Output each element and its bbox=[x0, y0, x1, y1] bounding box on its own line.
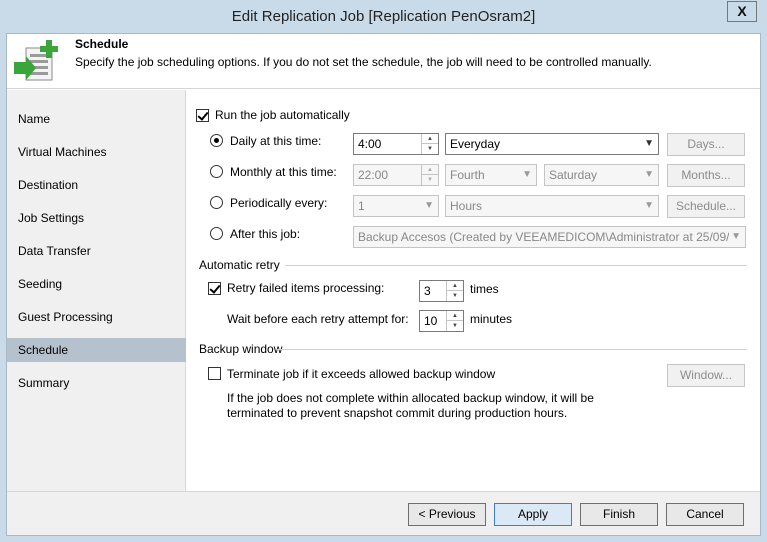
window-title: Edit Replication Job [Replication PenOsr… bbox=[231, 8, 536, 25]
days-button[interactable]: Days... bbox=[667, 133, 745, 156]
periodic-unit-select[interactable]: Hours ▼ bbox=[445, 195, 659, 217]
nav-item-seeding[interactable]: Seeding bbox=[7, 272, 186, 296]
backup-window-note-line2: terminated to prevent snapshot commit du… bbox=[227, 406, 568, 420]
backup-window-divider bbox=[277, 349, 747, 350]
wait-label: Wait before each retry attempt for: bbox=[227, 312, 409, 326]
dialog-client: Schedule Specify the job scheduling opti… bbox=[6, 33, 761, 536]
periodic-value-select[interactable]: 1 ▼ bbox=[353, 195, 439, 217]
daily-time-input[interactable]: 4:00 ▲ ▼ bbox=[353, 133, 439, 155]
monthly-time-spinner[interactable]: ▲ ▼ bbox=[421, 165, 438, 185]
monthly-time-input[interactable]: 22:00 ▲ ▼ bbox=[353, 164, 439, 186]
title-bar[interactable]: Edit Replication Job [Replication PenOsr… bbox=[0, 0, 767, 33]
wizard-footer: < Previous Apply Finish Cancel bbox=[7, 491, 760, 535]
months-button[interactable]: Months... bbox=[667, 164, 745, 187]
chevron-down-icon: ▼ bbox=[424, 200, 434, 211]
after-job-select[interactable]: Backup Accesos (Created by VEEAMEDICOM\A… bbox=[353, 226, 746, 248]
retry-divider bbox=[285, 265, 747, 266]
nav-item-job-settings[interactable]: Job Settings bbox=[7, 206, 186, 230]
apply-button[interactable]: Apply bbox=[494, 503, 572, 526]
schedule-page: Run the job automatically Daily at this … bbox=[187, 90, 760, 491]
terminate-label: Terminate job if it exceeds allowed back… bbox=[227, 367, 496, 381]
previous-button[interactable]: < Previous bbox=[408, 503, 486, 526]
daily-time-spinner[interactable]: ▲ ▼ bbox=[421, 134, 438, 154]
nav-item-data-transfer[interactable]: Data Transfer bbox=[7, 239, 186, 263]
run-auto-label: Run the job automatically bbox=[215, 108, 350, 122]
chevron-down-icon: ▼ bbox=[644, 138, 654, 149]
wizard-header: Schedule Specify the job scheduling opti… bbox=[7, 34, 760, 89]
retry-label: Retry failed items processing: bbox=[227, 281, 385, 295]
daily-radio[interactable] bbox=[210, 134, 223, 147]
monthly-label: Monthly at this time: bbox=[230, 165, 337, 179]
wait-value-spinner[interactable]: ▲ ▼ bbox=[446, 311, 463, 331]
periodic-label: Periodically every: bbox=[230, 196, 328, 210]
terminate-checkbox[interactable] bbox=[208, 367, 221, 380]
retry-checkbox[interactable] bbox=[208, 282, 221, 295]
retry-unit-label: times bbox=[470, 282, 499, 296]
retry-count-input[interactable]: 3 ▲ ▼ bbox=[419, 280, 464, 302]
periodic-radio[interactable] bbox=[210, 196, 223, 209]
window-button[interactable]: Window... bbox=[667, 364, 745, 387]
nav-item-destination[interactable]: Destination bbox=[7, 173, 186, 197]
after-job-label: After this job: bbox=[230, 227, 301, 241]
chevron-down-icon: ▼ bbox=[644, 200, 654, 211]
nav-item-name[interactable]: Name bbox=[7, 107, 186, 131]
after-job-radio[interactable] bbox=[210, 227, 223, 240]
schedule-wizard-icon bbox=[14, 40, 58, 81]
retry-group-label: Automatic retry bbox=[199, 258, 280, 272]
dialog-window: Edit Replication Job [Replication PenOsr… bbox=[0, 0, 767, 542]
daily-label: Daily at this time: bbox=[230, 134, 322, 148]
nav-item-virtual-machines[interactable]: Virtual Machines bbox=[7, 140, 186, 164]
chevron-down-icon: ▼ bbox=[644, 169, 654, 180]
wait-value-input[interactable]: 10 ▲ ▼ bbox=[419, 310, 464, 332]
wizard-nav: Name Virtual Machines Destination Job Se… bbox=[7, 90, 186, 491]
nav-item-guest-processing[interactable]: Guest Processing bbox=[7, 305, 186, 329]
monthly-radio[interactable] bbox=[210, 165, 223, 178]
nav-item-schedule[interactable]: Schedule bbox=[7, 338, 186, 362]
run-auto-checkbox[interactable] bbox=[196, 109, 209, 122]
header-description: Specify the job scheduling options. If y… bbox=[75, 55, 652, 69]
wait-unit-label: minutes bbox=[470, 312, 513, 326]
chevron-down-icon: ▼ bbox=[522, 169, 532, 180]
monthly-day-select[interactable]: Saturday ▼ bbox=[544, 164, 659, 186]
backup-window-note-line1: If the job does not complete within allo… bbox=[227, 391, 594, 405]
retry-count-spinner[interactable]: ▲ ▼ bbox=[446, 281, 463, 301]
backup-window-group-label: Backup window bbox=[199, 342, 283, 356]
cancel-button[interactable]: Cancel bbox=[666, 503, 744, 526]
header-title: Schedule bbox=[75, 37, 129, 51]
finish-button[interactable]: Finish bbox=[580, 503, 658, 526]
monthly-week-select[interactable]: Fourth ▼ bbox=[445, 164, 537, 186]
chevron-down-icon: ▼ bbox=[729, 227, 741, 247]
daily-days-select[interactable]: Everyday ▼ bbox=[445, 133, 659, 155]
schedule-button[interactable]: Schedule... bbox=[667, 195, 745, 218]
nav-item-summary[interactable]: Summary bbox=[7, 371, 186, 395]
close-button[interactable]: X bbox=[727, 1, 757, 22]
